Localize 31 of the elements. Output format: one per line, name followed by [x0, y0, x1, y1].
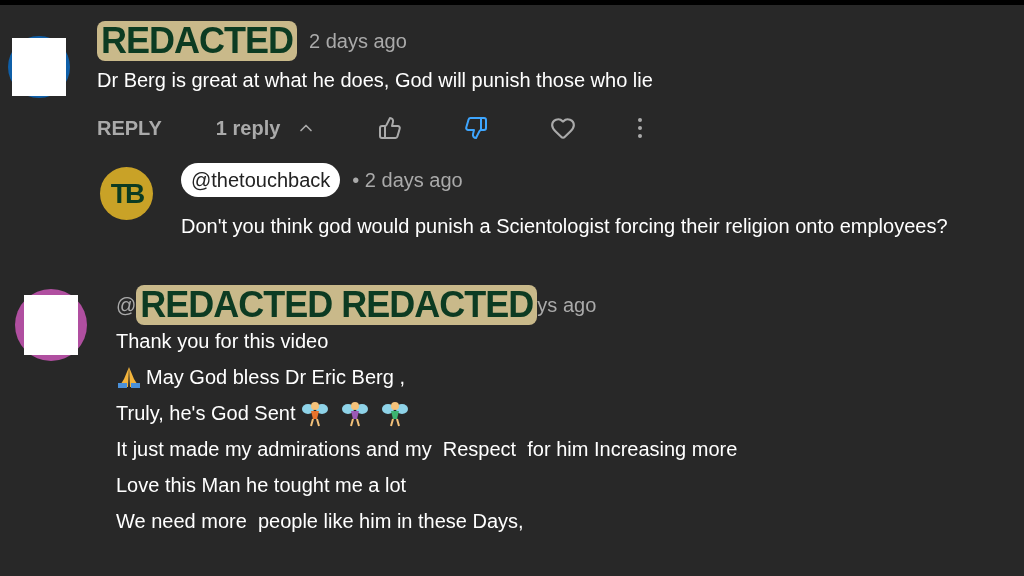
- fairy-icon: [341, 399, 369, 427]
- comment-text: May God bless Dr Eric Berg ,: [146, 365, 405, 390]
- replies-toggle[interactable]: 1 reply: [215, 113, 317, 143]
- avatar: TB: [100, 167, 153, 220]
- thumbs-down-icon: [464, 116, 489, 140]
- redaction-block: [24, 295, 78, 355]
- redaction-label: REDACTED: [97, 21, 297, 61]
- comment-time: 2 days ago: [309, 29, 407, 54]
- comment-text: Love this Man he tought me a lot: [116, 473, 407, 498]
- more-icon: [638, 118, 643, 138]
- comment-text: Truly, he's God Sent: [116, 401, 297, 426]
- comment-text: It just made my admirations and my Respect for him Increasing more: [116, 437, 738, 462]
- heart-icon: [550, 115, 577, 141]
- comment-time: ys ago: [537, 293, 597, 318]
- dislike-button[interactable]: [464, 116, 489, 140]
- more-button[interactable]: [638, 118, 643, 138]
- comment-text: Thank you for this video: [116, 329, 329, 354]
- comment-text: Don't you think god would punish a Scientologist forcing their religion onto employees?: [181, 214, 948, 239]
- comment-text: Dr Berg is great at what he does, God will punish those who lie: [97, 68, 653, 93]
- reply-button[interactable]: REPLY: [97, 113, 162, 143]
- fairy-icon: [381, 399, 409, 427]
- redaction-label: REDACTED REDACTED: [136, 285, 538, 325]
- praying-hands-icon: [116, 365, 142, 389]
- heart-button[interactable]: [550, 115, 577, 141]
- thumbs-up-icon: [378, 116, 403, 140]
- comment-time: • 2 days ago: [352, 168, 463, 193]
- comment-text: We need more people like him in these Days,: [116, 509, 524, 534]
- author-handle[interactable]: @thetouchback: [181, 163, 341, 197]
- like-button[interactable]: [378, 116, 403, 140]
- author-handle: @: [116, 293, 137, 318]
- fairy-icon: [301, 399, 329, 427]
